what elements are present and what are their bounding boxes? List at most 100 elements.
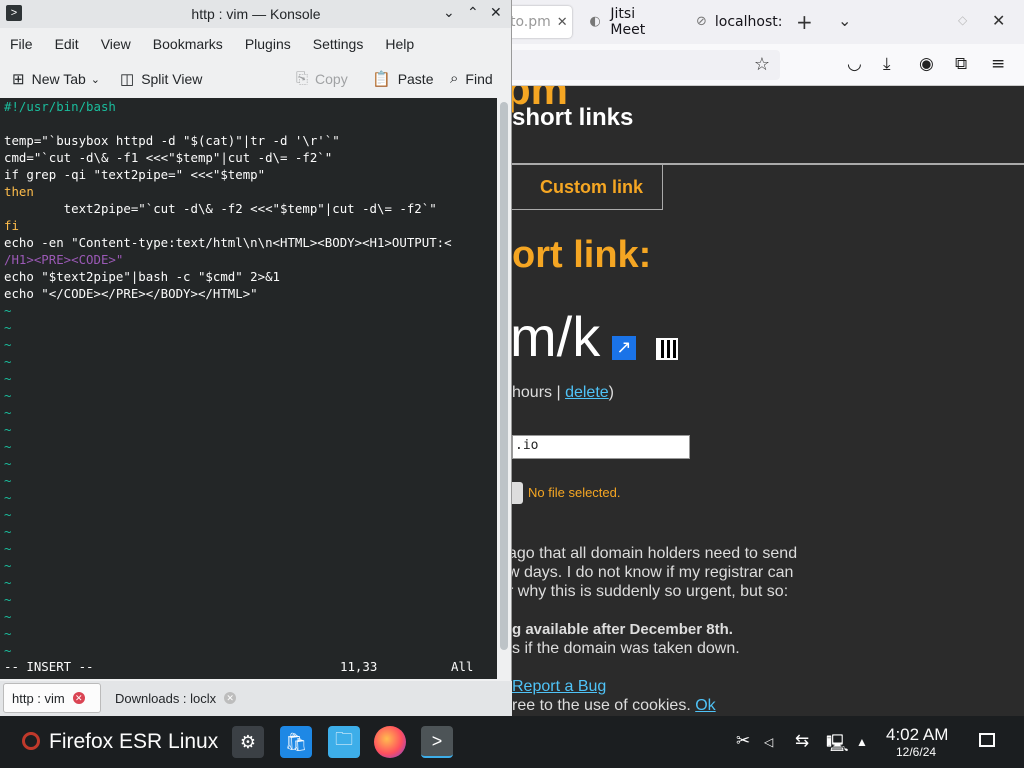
restore-icon[interactable]: ◇ [958,13,967,27]
vim-tilde-line: ~ [4,592,12,607]
file-browse-button[interactable] [512,482,523,504]
close-icon[interactable]: ✕ [992,11,1005,30]
network-icon[interactable]: ⇆ [795,731,809,751]
konsole-tab-2[interactable]: Downloads : loclx ✕ [107,683,250,713]
menu-icon[interactable]: ≡ [991,54,1005,74]
copy-button[interactable]: ⎘ Copy [296,70,348,87]
short-link-heading: ort link: [512,234,652,276]
notice-line: ago that all domain holders need to send [508,545,798,562]
konsole-titlebar[interactable]: > http : vim — Konsole ⌄ ⌃ ✕ [0,0,511,28]
active-app-title: Firefox ESR Linux [49,730,219,753]
vim-tilde-line: ~ [4,320,12,335]
new-tab-icon[interactable]: + [796,10,813,34]
download-icon[interactable]: ⤓ [883,54,891,74]
menu-help[interactable]: Help [385,36,414,52]
vim-tilde-line: ~ [4,439,12,454]
split-view-icon: ◫ [120,71,135,88]
vim-tilde-line: ~ [4,507,12,522]
paste-label: Paste [397,71,434,87]
new-tab-icon: ⊞ [12,71,25,88]
menu-settings[interactable]: Settings [313,36,364,52]
vim-empty-lines: ~ ~ ~ ~ ~ ~ ~ ~ ~ ~ ~ ~ ~ ~ ~ ~ ~ ~ ~ ~ ~ [0,302,497,659]
debian-icon[interactable] [22,732,40,750]
paste-button[interactable]: 📋 Paste [372,70,434,88]
window-title: http : vim — Konsole [191,6,321,22]
vim-line: #!/usr/bin/bash [4,99,116,114]
menu-file[interactable]: File [10,36,33,52]
menu-bookmarks[interactable]: Bookmarks [153,36,223,52]
konsole-icon[interactable]: > [421,726,453,758]
konsole-tab-label: Downloads : loclx [115,690,217,706]
close-icon[interactable]: ✕ [557,15,568,30]
menu-plugins[interactable]: Plugins [245,36,291,52]
vim-tilde-line: ~ [4,575,12,590]
system-settings-icon[interactable]: ⚙ [232,726,264,758]
terminal-area[interactable]: #!/usr/bin/bash temp="`busybox httpd -d … [0,98,497,679]
close-icon[interactable]: ✕ [72,692,85,704]
clock-date[interactable]: 12/6/24 [896,745,936,759]
terminal-scrollbar[interactable] [497,98,511,679]
account-icon[interactable]: ◉ [919,54,934,74]
konsole-tab-1[interactable]: http : vim ✕ [3,683,101,713]
vim-tilde-line: ~ [4,388,12,403]
cookie-notice: ree to the use of cookies. Ok [512,697,716,715]
short-link-url[interactable]: m/k [510,304,600,369]
new-tab-button[interactable]: ⊞ New Tab ⌄ [12,70,100,88]
vim-line: temp="`busybox httpd -d "$(cat)"|tr -d '… [4,133,340,148]
url-bar[interactable]: ☆ [470,50,780,80]
email-field[interactable]: .io [512,435,690,459]
vim-line: text2pipe="`cut -d\& -f2 <<<"$temp"|cut … [4,201,437,216]
close-icon[interactable]: ✕ [490,4,502,21]
display-icon[interactable]: 🖳 [826,731,849,760]
maximize-icon[interactable]: ⌃ [467,4,479,21]
cookie-ok-link[interactable]: Ok [695,697,715,714]
jitsi-icon: ◐ [589,14,601,29]
volume-icon[interactable]: ◁ [764,735,773,749]
notice-line: w days. I do not know if my registrar ca… [508,564,794,581]
vim-tilde-line: ~ [4,643,12,658]
split-view-button[interactable]: ◫ Split View [120,70,202,88]
menu-view[interactable]: View [101,36,131,52]
copy-icon: ⎘ [296,70,309,87]
pocket-icon[interactable]: ◡ [847,54,862,74]
konsole-tabbar: http : vim ✕ Downloads : loclx ✕ [0,681,512,716]
vim-tilde-line: ~ [4,524,12,539]
discover-store-icon[interactable]: 🛍 [280,726,312,758]
vim-tilde-line: ~ [4,405,12,420]
konsole-tab-label: http : vim [12,690,65,706]
vim-tilde-line: ~ [4,422,12,437]
site-subtitle: short links [512,104,634,131]
delete-link[interactable]: delete [565,384,609,401]
report-bug-link[interactable]: Report a Bug [512,678,606,696]
firefox-icon[interactable] [374,726,406,758]
chevron-down-icon: ⌄ [90,73,101,86]
show-desktop-icon[interactable] [979,733,995,747]
find-button[interactable]: ⌕ Find [450,70,493,87]
scrollbar-thumb[interactable] [500,102,508,650]
tray-expand-icon[interactable]: ▲ [856,735,868,749]
custom-link-tab[interactable]: Custom link [500,165,663,210]
browser-tab-3[interactable]: ⊘ localhost: [686,6,788,38]
vim-tilde-line: ~ [4,558,12,573]
minimize-icon[interactable]: ⌄ [443,4,455,21]
konsole-toolbar: ⊞ New Tab ⌄ ◫ Split View ⎘ Copy 📋 Paste … [0,60,511,98]
clock-time[interactable]: 4:02 AM [886,725,948,745]
scissors-icon[interactable]: ✂ [736,731,750,751]
file-manager-icon[interactable]: 🗀 [328,726,360,758]
notice-paragraph: ago that all domain holders need to send… [508,544,818,601]
vim-tilde-line: ~ [4,371,12,386]
extensions-icon[interactable]: ⧉ [955,54,967,74]
expiry-info: hours | delete) [512,384,614,402]
menu-edit[interactable]: Edit [55,36,79,52]
chevron-down-icon[interactable]: ⌄ [838,11,851,30]
vim-line: fi [4,218,19,233]
qr-code-icon[interactable] [656,338,678,360]
browser-tab-2[interactable]: ◐ Jitsi Meet [578,6,678,38]
close-icon[interactable]: ✕ [224,692,237,704]
notice-tail: s if the domain was taken down. [512,640,740,657]
vim-tilde-line: ~ [4,626,12,641]
external-link-icon[interactable]: ↗ [612,336,636,360]
vim-tilde-line: ~ [4,609,12,624]
star-icon[interactable]: ☆ [754,54,770,75]
search-icon: ⌕ [450,70,459,87]
